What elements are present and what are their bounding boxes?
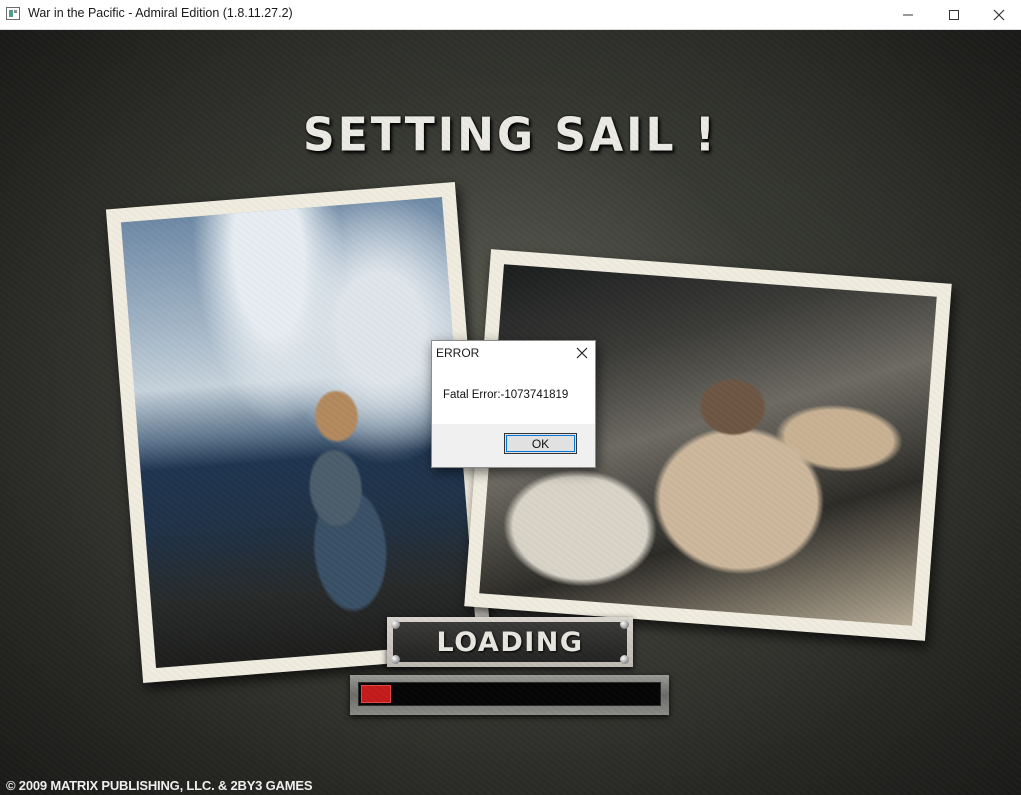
loading-progress-bar [350,675,669,715]
maximize-button[interactable] [931,0,977,29]
dialog-body: Fatal Error:-1073741819 [432,366,595,424]
dialog-close-button[interactable] [575,346,589,360]
minimize-button[interactable] [885,0,931,29]
maximize-icon [949,9,959,20]
progress-fill [361,685,392,703]
error-message: Fatal Error:-1073741819 [443,389,569,401]
rivet-icon [620,620,629,629]
copyright-notice: © 2009 MATRIX PUBLISHING, LLC. & 2BY3 GA… [6,778,313,793]
minimize-icon [903,14,913,15]
close-icon [993,9,1005,20]
progress-track [358,682,661,706]
error-dialog[interactable]: ERROR Fatal Error:-1073741819 OK [431,340,596,468]
window-title: War in the Pacific - Admiral Edition (1.… [28,6,293,20]
window-titlebar[interactable]: War in the Pacific - Admiral Edition (1.… [0,0,1021,30]
loading-plaque: LOADING [387,617,633,667]
app-icon [6,7,20,20]
close-icon [576,347,588,359]
loading-label: LOADING [393,622,627,662]
close-button[interactable] [976,0,1021,29]
ok-button[interactable]: OK [504,433,577,454]
rivet-icon [620,655,629,664]
dialog-titlebar[interactable]: ERROR [432,341,595,366]
dialog-title: ERROR [436,346,480,360]
screen-title: SETTING SAIL ! [303,108,718,163]
rivet-icon [391,655,400,664]
rivet-icon [391,620,400,629]
dialog-footer: OK [432,424,595,467]
photo-image [120,197,478,668]
